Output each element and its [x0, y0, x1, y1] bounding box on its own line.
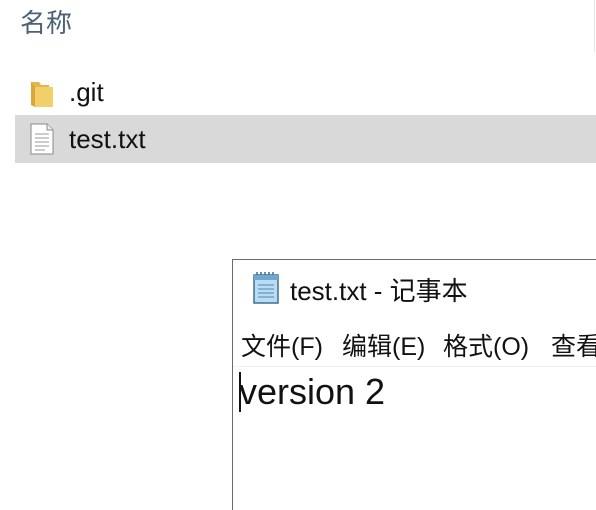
notepad-text-area[interactable]: version 2 [233, 366, 596, 510]
notepad-window[interactable]: test.txt - 记事本 文件(F) 编辑(E) 格式(O) 查看 vers… [232, 259, 596, 510]
file-name: test.txt [69, 124, 146, 154]
notepad-icon [253, 272, 279, 304]
folder-icon [31, 82, 53, 107]
notepad-menu-bar: 文件(F) 编辑(E) 格式(O) 查看 [233, 322, 596, 367]
name-column-header[interactable]: 名称 [20, 8, 72, 40]
text-cursor [239, 372, 241, 412]
menu-view[interactable]: 查看 [551, 331, 596, 363]
text-file-icon [30, 123, 54, 155]
file-row-git[interactable]: .git [15, 68, 596, 116]
column-divider[interactable] [594, 0, 595, 52]
file-name: .git [69, 77, 104, 107]
sort-caret-icon: ^ [293, 0, 303, 7]
menu-edit[interactable]: 编辑(E) [342, 331, 425, 363]
document-text: version 2 [239, 371, 386, 412]
notepad-title-bar[interactable]: test.txt - 记事本 [233, 260, 596, 322]
file-row-test-txt[interactable]: test.txt [15, 115, 596, 163]
menu-file[interactable]: 文件(F) [241, 331, 323, 363]
notepad-title: test.txt - 记事本 [290, 276, 468, 306]
menu-format[interactable]: 格式(O) [443, 331, 529, 363]
